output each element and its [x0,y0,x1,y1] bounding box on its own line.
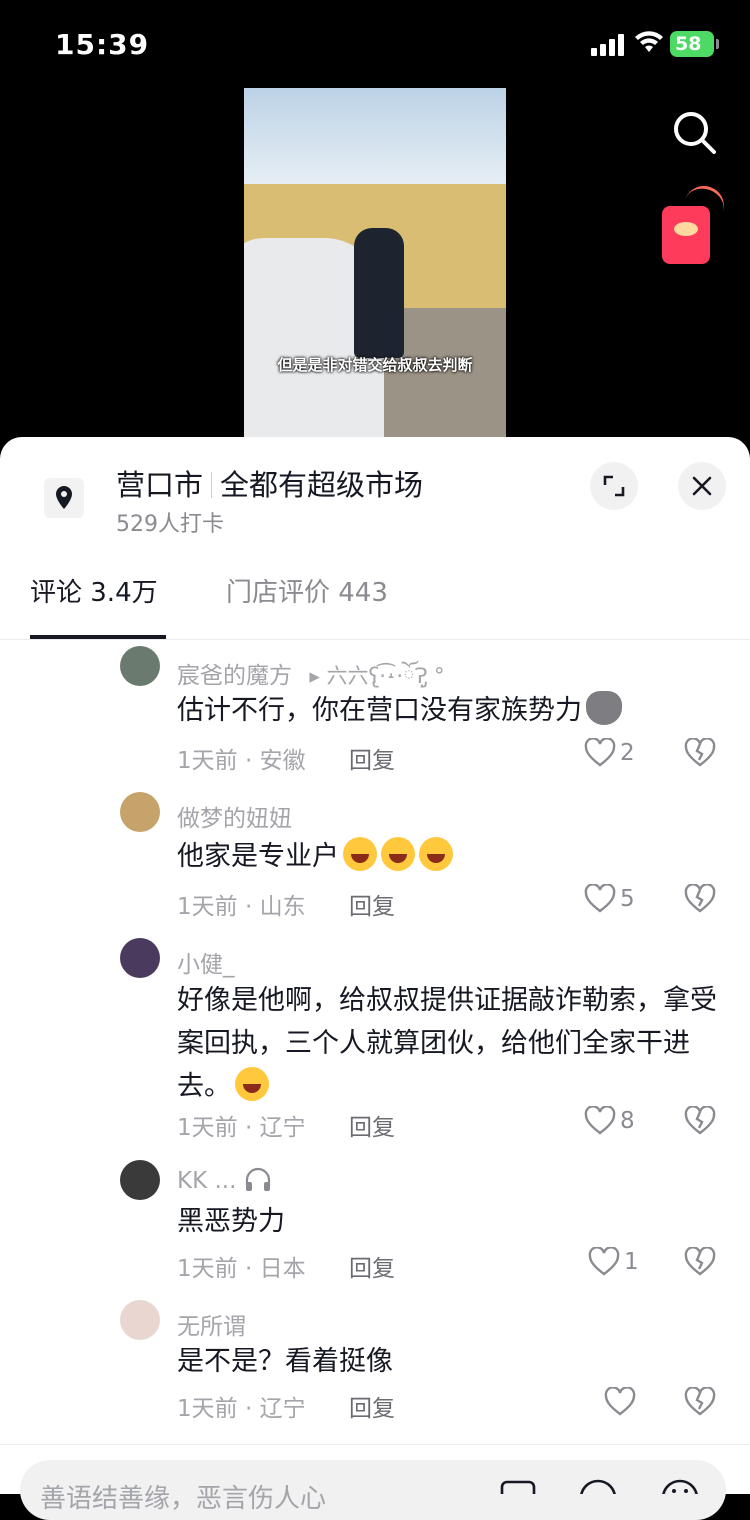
tab-bar: 评论 3.4万 门店评价 443 [0,560,750,640]
emoji-icon[interactable] [660,1478,700,1494]
comment-text: 是不是？看着挺像 [177,1346,393,1377]
like-count: 1 [624,1249,639,1275]
close-icon [692,476,712,496]
broken-heart-icon[interactable] [684,1106,716,1136]
reply-button[interactable]: 回复 [349,741,395,775]
heart-icon [584,1106,616,1135]
close-button[interactable] [678,462,726,510]
like-count: 8 [620,1108,635,1134]
clock: 15:39 [55,28,150,61]
avatar[interactable] [120,938,160,978]
like-count: 2 [620,740,635,766]
broken-heart-icon[interactable] [684,738,716,768]
broken-heart-icon[interactable] [684,1387,716,1417]
comment-meta: 1天前 · 安徽 [177,748,306,774]
video-sky [244,88,506,184]
comment-username[interactable]: KK ... [177,1167,272,1194]
status-bar: 15:39 58 [0,0,750,88]
dog-emoji [586,691,622,725]
headphones-icon [245,1167,270,1191]
comment-meta: 1天前 · 辽宁 [177,1396,306,1422]
store-city: 营口市 [116,468,204,502]
broken-heart-icon[interactable] [684,884,716,914]
expand-icon [603,475,625,497]
heart-icon [588,1247,620,1276]
reply-target: ▸ 六六ʕ̢·͡˔·ོɁ̡̣ ° [309,664,445,688]
heart-icon [584,738,616,767]
comment-meta: 1天前 · 日本 [177,1256,306,1282]
comment-text: 他家是专业户 [177,835,717,878]
like-button[interactable]: 1 [588,1247,639,1277]
thinking-emoji [235,1067,269,1101]
image-icon[interactable] [500,1480,536,1494]
comment-meta: 1天前 · 山东 [177,894,306,920]
like-count: 5 [620,886,635,912]
tab-comments[interactable]: 评论 3.4万 [30,572,158,609]
avatar[interactable] [120,1300,160,1340]
video-person [354,228,404,358]
laugh-cry-emoji [343,837,377,871]
comment-text: 好像是他啊，给叔叔提供证据敲诈勒索，拿受案回执，三个人就算团伙，给他们全家干进去… [177,985,717,1102]
comment-username[interactable]: 做梦的妞妞 [177,799,292,833]
video-subtitle: 但是是非对错交给叔叔去判断 [277,356,473,374]
reply-button[interactable]: 回复 [349,1249,395,1283]
like-button[interactable]: 5 [584,884,635,914]
comment-text: 估计不行，你在营口没有家族势力 [177,689,717,732]
tab-store-reviews[interactable]: 门店评价 443 [226,572,388,609]
reply-button[interactable]: 回复 [349,887,395,921]
wifi-icon [635,31,663,52]
laugh-cry-emoji [381,837,415,871]
location-pin-icon [44,478,84,518]
like-button[interactable] [604,1387,636,1417]
avatar[interactable] [120,646,160,686]
video-player[interactable]: 但是是非对错交给叔叔去判断 [244,88,506,438]
avatar[interactable] [120,792,160,832]
heart-icon [584,884,616,913]
expand-button[interactable] [590,462,638,510]
reply-button[interactable]: 回复 [349,1108,395,1142]
comment-input-placeholder: 善语结善缘，恶言伤人心 [40,1484,327,1514]
avatar[interactable] [120,1160,160,1200]
search-icon[interactable] [670,108,718,156]
like-button[interactable]: 2 [584,738,635,768]
red-packet-icon[interactable] [662,206,710,264]
mention-icon[interactable] [578,1478,618,1494]
title-divider [211,472,213,498]
active-tab-indicator [30,635,166,639]
reply-button[interactable]: 回复 [349,1389,395,1423]
comment-username[interactable]: 无所谓 [177,1307,246,1341]
checkin-count: 529人打卡 [116,512,224,537]
comment-text: 黑恶势力 [177,1206,285,1237]
battery-indicator: 58 [670,31,719,57]
store-name: 全都有超级市场 [220,468,424,502]
store-title[interactable]: 营口市 全都有超级市场 [116,462,423,504]
comment-username[interactable]: 小健_ [177,945,235,979]
comment-meta: 1天前 · 辽宁 [177,1115,306,1141]
like-button[interactable]: 8 [584,1106,635,1136]
heart-icon [604,1387,636,1416]
broken-heart-icon[interactable] [684,1247,716,1277]
laugh-cry-emoji [419,837,453,871]
signal-icon [591,34,625,56]
